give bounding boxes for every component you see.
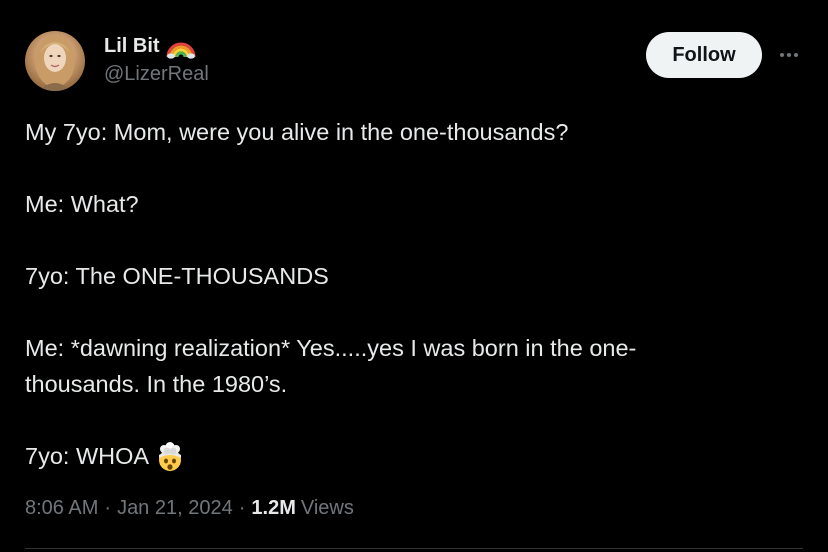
divider	[25, 548, 803, 549]
tweet-line: thousands. In the 1980’s.	[25, 371, 288, 397]
author-handle[interactable]: @LizerReal	[104, 63, 209, 86]
exploding-head-emoji	[155, 442, 185, 472]
tweet-meta: 8:06 AM · Jan 21, 2024 · 1.2M Views	[25, 497, 354, 520]
author-name-row[interactable]: Lil Bit	[104, 33, 196, 59]
avatar-image	[35, 35, 75, 91]
meta-separator: ·	[104, 497, 112, 519]
tweet-date[interactable]: Jan 21, 2024	[117, 497, 233, 520]
tweet-line: Me: *dawning realization* Yes.....yes I …	[25, 335, 637, 361]
more-dot	[780, 53, 784, 57]
tweet-text: My 7yo: Mom, were you alive in the one-t…	[25, 114, 785, 474]
views-label[interactable]: Views	[301, 497, 354, 520]
follow-button[interactable]: Follow	[646, 32, 762, 78]
tweet-card: Lil Bit @LizerReal Follow My 7yo: Mom, w…	[0, 0, 828, 552]
tweet-line: 7yo: WHOA	[25, 443, 150, 469]
views-count[interactable]: 1.2M	[251, 497, 295, 520]
rainbow-icon	[166, 33, 196, 59]
tweet-line: 7yo: The ONE-THOUSANDS	[25, 263, 329, 289]
tweet-line-last: 7yo: WHOA	[25, 438, 785, 474]
tweet-time[interactable]: 8:06 AM	[25, 497, 98, 520]
more-dot	[787, 53, 791, 57]
avatar[interactable]	[25, 31, 85, 91]
more-dot	[794, 53, 798, 57]
author-display-name[interactable]: Lil Bit	[104, 35, 160, 58]
more-icon[interactable]	[774, 42, 804, 68]
tweet-line: My 7yo: Mom, were you alive in the one-t…	[25, 119, 569, 145]
meta-separator: ·	[238, 497, 246, 519]
tweet-line: Me: What?	[25, 191, 139, 217]
